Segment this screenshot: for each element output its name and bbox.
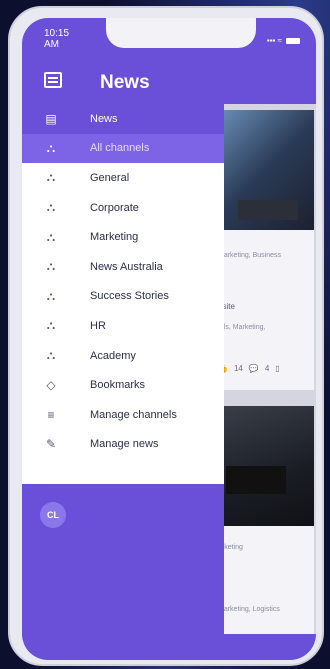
drawer-item-academy[interactable]: ⛬ Academy bbox=[22, 341, 224, 371]
comment-count: 4 bbox=[264, 364, 270, 373]
drawer-item-bookmarks[interactable]: ◇ Bookmarks bbox=[22, 370, 224, 400]
drawer-item-news[interactable]: ▤ News bbox=[22, 104, 224, 134]
drawer-footer: CL bbox=[22, 484, 224, 640]
drawer-item-all-channels[interactable]: ⛬ All channels bbox=[22, 133, 224, 164]
signal-icon: ▪▪▪ ≈ bbox=[266, 36, 282, 45]
bookmark-card-icon[interactable]: ▯ bbox=[275, 364, 279, 373]
status-icons: ▪▪▪ ≈ bbox=[267, 36, 300, 45]
channel-icon: ⛬ bbox=[46, 348, 56, 363]
status-time: 10:15 AM bbox=[44, 28, 70, 50]
drawer-item-marketing[interactable]: ⛬ Marketing bbox=[22, 222, 224, 252]
comment-icon[interactable]: 💬 bbox=[249, 364, 259, 373]
drawer-item-label: News bbox=[90, 112, 118, 125]
drawer-item-manage-channels[interactable]: ≡ Manage channels bbox=[22, 400, 224, 430]
like-count: 14 bbox=[233, 364, 243, 373]
battery-icon bbox=[286, 37, 300, 44]
news-card-tags: Marketing, Business bbox=[218, 252, 282, 259]
bottom-bar bbox=[22, 634, 316, 660]
drawer-item-label: General bbox=[90, 171, 130, 184]
drawer-item-label: Manage channels bbox=[90, 408, 177, 421]
channel-icon: ⛬ bbox=[46, 288, 56, 303]
news-card-image bbox=[218, 406, 314, 526]
drawer-item-news-australia[interactable]: ⛬ News Australia bbox=[22, 252, 224, 282]
phone-frame: 10:15 AM ▪▪▪ ≈ News Marketing, Business … bbox=[8, 6, 324, 666]
drawer-item-label: HR bbox=[90, 319, 106, 332]
drawer-item-label: News Australia bbox=[90, 260, 163, 273]
drawer-menu: ▤ News ⛬ All channels ⛬ General ⛬ Corporate ⛬ Mar… bbox=[22, 104, 224, 459]
drawer-item-label: Marketing bbox=[90, 231, 139, 244]
news-card-tags-secondary: Marketing, Logistics bbox=[218, 606, 280, 613]
pencil-icon: ✎ bbox=[45, 437, 57, 452]
drawer-item-manage-news[interactable]: ✎ Manage news bbox=[22, 430, 224, 460]
news-menu-icon[interactable] bbox=[44, 72, 62, 88]
navigation-drawer: ▤ News ⛬ All channels ⛬ General ⛬ Corporate ⛬ Mar… bbox=[22, 104, 224, 660]
news-card-actions: 👍 14 💬 4 ▯ bbox=[218, 364, 314, 373]
channels-icon: ⛬ bbox=[46, 140, 56, 155]
channel-icon: ⛬ bbox=[46, 259, 56, 274]
drawer-item-label: Corporate bbox=[90, 201, 139, 214]
drawer-item-hr[interactable]: ⛬ HR bbox=[22, 311, 224, 341]
channel-icon: ⛬ bbox=[46, 229, 56, 244]
app-title: News bbox=[100, 72, 150, 93]
bookmark-icon: ◇ bbox=[46, 378, 56, 393]
app-screen: 10:15 AM ▪▪▪ ≈ News Marketing, Business … bbox=[22, 18, 316, 660]
drawer-item-label: Success Stories bbox=[90, 290, 169, 303]
drawer-item-success-stories[interactable]: ⛬ Success Stories bbox=[22, 282, 224, 312]
drawer-item-label: Academy bbox=[90, 349, 136, 362]
channel-icon: ⛬ bbox=[46, 200, 56, 215]
channel-icon: ⛬ bbox=[46, 170, 56, 185]
app-bar: News bbox=[22, 64, 316, 104]
drawer-item-general[interactable]: ⛬ General bbox=[22, 163, 224, 193]
news-card[interactable]: Marketing, Business bsite tals, Marketin… bbox=[218, 110, 314, 390]
drawer-item-label: All channels bbox=[90, 142, 150, 155]
channel-icon: ⛬ bbox=[46, 318, 56, 333]
status-bar: 10:15 AM ▪▪▪ ≈ bbox=[22, 18, 316, 64]
drawer-item-label: Manage news bbox=[90, 438, 159, 451]
list-icon: ≡ bbox=[47, 407, 55, 422]
avatar[interactable]: CL bbox=[40, 502, 66, 528]
news-card-image bbox=[218, 110, 314, 230]
drawer-item-corporate[interactable]: ⛬ Corporate bbox=[22, 193, 224, 223]
news-card[interactable]: arketing Marketing, Logistics bbox=[218, 406, 314, 636]
device-notch bbox=[106, 18, 256, 48]
news-card-tags-secondary: tals, Marketing, bbox=[218, 324, 266, 331]
newspaper-icon: ▤ bbox=[45, 111, 57, 126]
drawer-item-label: Bookmarks bbox=[90, 379, 146, 392]
